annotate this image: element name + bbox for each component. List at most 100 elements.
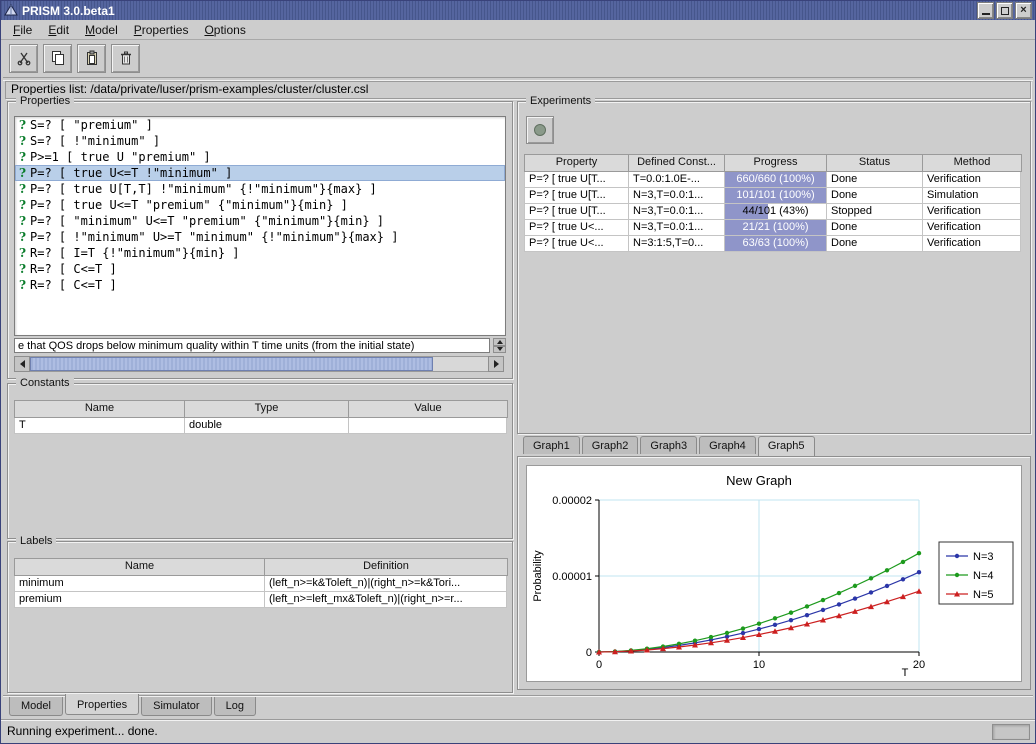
scroll-left-button[interactable] [14,356,30,372]
property-text: R=? [ C<=T ] [30,261,117,277]
scrollbar-track[interactable] [30,356,488,372]
copy-icon [50,50,66,66]
property-text: P=? [ true U[T,T] !"minimum" {!"minimum"… [30,181,377,197]
column-header-defined-const[interactable]: Defined Const... [629,155,725,171]
right-arrow-icon [494,360,499,368]
graph-canvas[interactable]: 0102000.000010.00002New GraphProbability… [527,466,1021,681]
experiment-progress-cell: 660/660 (100%) [725,172,827,188]
y-tick-label: 0.00001 [552,571,592,583]
series-marker [789,618,793,622]
experiment-row[interactable]: P=? [ true U[T...N=3,T=0.0:1...44/101 (4… [524,204,1022,220]
paste-button[interactable] [77,44,106,73]
menu-file[interactable]: File [5,21,40,39]
scroll-right-button[interactable] [488,356,504,372]
series-marker [741,626,745,630]
series-marker [853,596,857,600]
tab-graph2[interactable]: Graph2 [582,436,639,454]
column-header-status[interactable]: Status [827,155,923,171]
x-tick-label: 10 [753,659,765,671]
experiment-row[interactable]: P=? [ true U<...N=3:1:5,T=0...63/63 (100… [524,236,1022,252]
property-item[interactable]: ?P>=1 [ true U "premium" ] [15,149,505,165]
labels-panel: Labels NameDefinitionminimum(left_n>=k&T… [7,541,513,693]
delete-button[interactable] [111,44,140,73]
cut-button[interactable] [9,44,38,73]
property-question-icon: ? [15,133,30,149]
experiment-property-cell: P=? [ true U<... [525,220,629,236]
progress-text: 21/21 (100%) [725,220,826,235]
property-item[interactable]: ?P=? [ !"minimum" U>=T "minimum" {!"mini… [15,229,505,245]
table-row[interactable]: premium(left_n>=left_mx&Toleft_n)|(right… [14,592,508,608]
stop-circle-icon [532,122,548,138]
column-header-name[interactable]: Name [15,401,185,417]
property-item[interactable]: ?P=? [ "minimum" U<=T "premium" {"minimu… [15,213,505,229]
title-bar[interactable]: PRISM 3.0.beta1 × [1,1,1035,21]
property-question-icon: ? [15,229,30,245]
minimize-button[interactable] [977,2,994,19]
scroll-down-button[interactable] [493,346,506,354]
tab-model[interactable]: Model [9,697,63,716]
close-button[interactable]: × [1015,2,1032,19]
tab-simulator[interactable]: Simulator [141,697,211,716]
property-item[interactable]: ?R=? [ I=T {!"minimum"}{min} ] [15,245,505,261]
experiment-property-cell: P=? [ true U[T... [525,204,629,220]
property-item[interactable]: ?S=? [ !"minimum" ] [15,133,505,149]
x-axis-label: T [902,667,909,679]
maximize-button[interactable] [996,2,1013,19]
series-marker [725,631,729,635]
menu-edit[interactable]: Edit [40,21,77,39]
x-tick-label: 0 [596,659,602,671]
experiment-row[interactable]: P=? [ true U[T...T=0.0:1.0E-...660/660 (… [524,172,1022,188]
tab-graph5[interactable]: Graph5 [758,436,815,456]
experiment-row[interactable]: P=? [ true U[T...N=3,T=0.0:1...101/101 (… [524,188,1022,204]
experiment-status-cell: Done [827,172,923,188]
menu-options[interactable]: Options [196,21,253,39]
table-row[interactable]: Tdouble [14,418,508,434]
property-comment-field[interactable]: e that QOS drops below minimum quality w… [14,338,490,353]
series-marker [955,554,959,558]
property-item[interactable]: ?P=? [ true U<=T "premium" {"minimum"}{m… [15,197,505,213]
progress-text: 63/63 (100%) [725,236,826,251]
copy-button[interactable] [43,44,72,73]
column-header-method[interactable]: Method [923,155,1021,171]
property-question-icon: ? [15,277,30,293]
properties-horizontal-scrollbar[interactable] [14,356,504,372]
scrollbar-thumb[interactable] [30,357,433,371]
column-header-progress[interactable]: Progress [725,155,827,171]
column-header-definition[interactable]: Definition [265,559,507,575]
property-item[interactable]: ?R=? [ C<=T ] [15,261,505,277]
column-header-type[interactable]: Type [185,401,349,417]
constants-panel-title: Constants [16,377,74,389]
legend-label: N=4 [973,570,994,582]
experiment-row[interactable]: P=? [ true U<...N=3,T=0.0:1...21/21 (100… [524,220,1022,236]
scroll-up-button[interactable] [493,338,506,346]
tab-graph4[interactable]: Graph4 [699,436,756,454]
maximize-icon [1001,7,1009,15]
progress-text: 660/660 (100%) [725,172,826,187]
property-item[interactable]: ?P=? [ true U<=T !"minimum" ] [15,165,505,181]
tab-log[interactable]: Log [214,697,256,716]
table-cell: double [185,418,349,434]
tab-properties[interactable]: Properties [65,694,139,715]
menu-model[interactable]: Model [77,21,126,39]
property-question-icon: ? [15,165,30,181]
tab-graph3[interactable]: Graph3 [640,436,697,454]
column-header-value[interactable]: Value [349,401,507,417]
constants-panel: Constants NameTypeValueTdouble [7,383,513,539]
series-marker [773,623,777,627]
property-item[interactable]: ?P=? [ true U[T,T] !"minimum" {!"minimum… [15,181,505,197]
experiment-status-cell: Done [827,188,923,204]
tab-graph1[interactable]: Graph1 [523,436,580,454]
series-marker [773,616,777,620]
property-item[interactable]: ?R=? [ C<=T ] [15,277,505,293]
graph-panel: 0102000.000010.00002New GraphProbability… [517,456,1031,690]
property-question-icon: ? [15,261,30,277]
series-marker [757,621,761,625]
stop-experiment-button[interactable] [526,116,554,144]
property-item[interactable]: ?S=? [ "premium" ] [15,117,505,133]
column-header-name[interactable]: Name [15,559,265,575]
properties-list[interactable]: ?S=? [ "premium" ]?S=? [ !"minimum" ]?P>… [14,116,506,336]
table-row[interactable]: minimum(left_n>=k&Toleft_n)|(right_n>=k&… [14,576,508,592]
comment-vertical-scrollbar[interactable] [493,338,506,353]
menu-properties[interactable]: Properties [126,21,197,39]
column-header-property[interactable]: Property [525,155,629,171]
